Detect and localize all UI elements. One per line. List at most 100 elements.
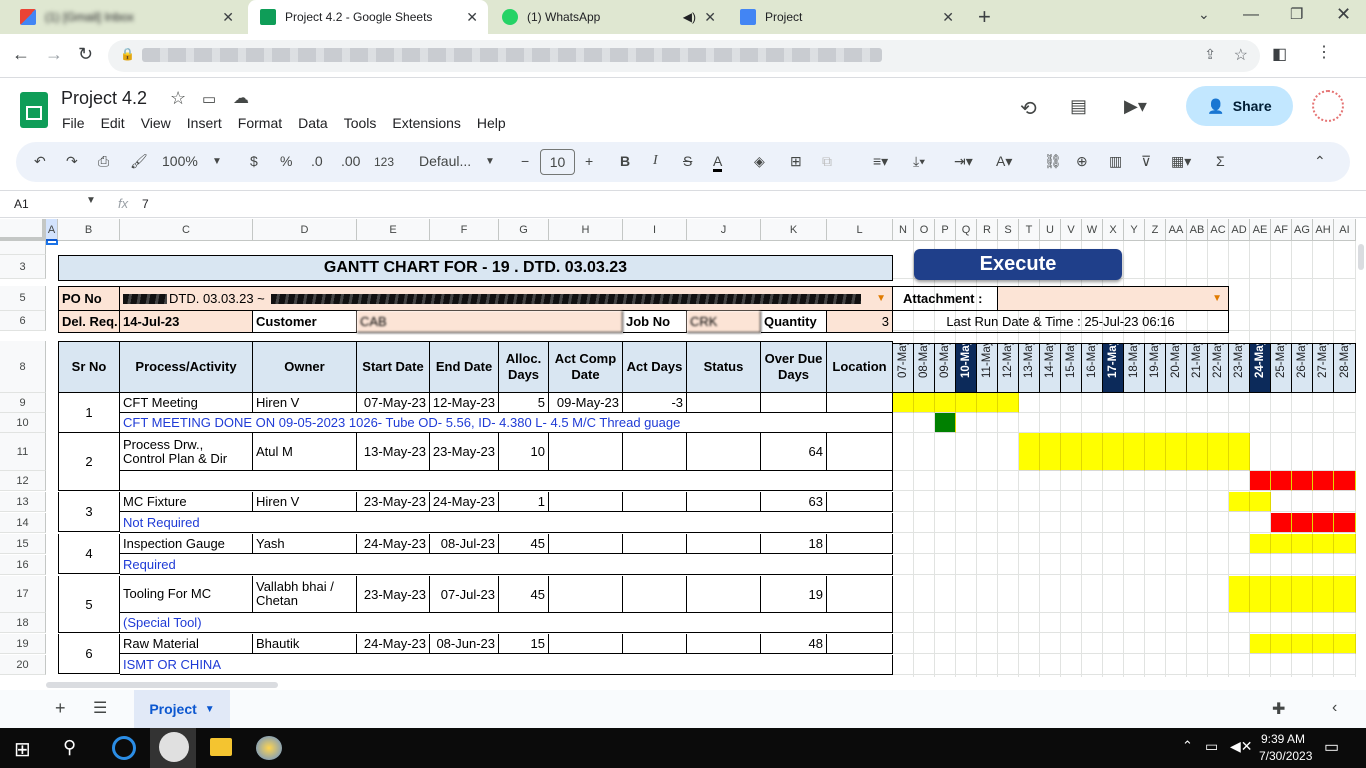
column-header[interactable]: T bbox=[1019, 219, 1040, 241]
share-page-icon[interactable]: ⇪ bbox=[1204, 46, 1216, 63]
column-header[interactable]: V bbox=[1061, 219, 1082, 241]
row-header[interactable]: 20 bbox=[0, 655, 46, 675]
back-icon[interactable]: ← bbox=[12, 44, 30, 65]
borders-icon[interactable]: ⊞ bbox=[790, 153, 802, 170]
column-header[interactable]: AC bbox=[1208, 219, 1229, 241]
strikethrough-icon[interactable]: S bbox=[683, 153, 692, 169]
menu-data[interactable]: Data bbox=[298, 115, 328, 131]
row-header[interactable]: 5 bbox=[0, 286, 46, 311]
row-header[interactable]: 12 bbox=[0, 471, 46, 491]
execute-button[interactable]: Execute bbox=[914, 249, 1122, 280]
align-horizontal-icon[interactable]: ≡▾ bbox=[873, 153, 888, 170]
menu-extensions[interactable]: Extensions bbox=[392, 115, 460, 131]
column-header[interactable]: AH bbox=[1313, 219, 1334, 241]
column-header[interactable]: E bbox=[357, 219, 430, 241]
explore-icon[interactable]: ✚ bbox=[1272, 699, 1285, 719]
horizontal-scrollbar[interactable] bbox=[46, 680, 1356, 690]
insert-chart-icon[interactable]: ▥ bbox=[1109, 153, 1122, 170]
all-sheets-icon[interactable]: ☰ bbox=[93, 698, 107, 718]
row-header[interactable]: 11 bbox=[0, 433, 46, 471]
meet-icon[interactable]: ▶▾ bbox=[1124, 96, 1147, 117]
column-header[interactable]: C bbox=[120, 219, 253, 241]
column-header[interactable]: I bbox=[623, 219, 687, 241]
row-header[interactable]: 6 bbox=[0, 311, 46, 331]
insert-comment-icon[interactable]: ⊕ bbox=[1076, 153, 1088, 170]
sidepanel-icon[interactable]: ◧ bbox=[1272, 44, 1287, 64]
move-folder-icon[interactable]: ▭ bbox=[202, 90, 216, 108]
add-sheet-icon[interactable]: + bbox=[55, 698, 66, 719]
column-header[interactable]: Y bbox=[1124, 219, 1145, 241]
column-header[interactable]: D bbox=[253, 219, 357, 241]
column-header[interactable]: W bbox=[1082, 219, 1103, 241]
merge-cells-icon[interactable]: ⧉ bbox=[822, 153, 832, 170]
row-header[interactable]: 16 bbox=[0, 555, 46, 575]
ie-icon[interactable] bbox=[112, 736, 136, 760]
sheet-tab-project[interactable]: Project ▼ bbox=[134, 690, 230, 728]
font-select[interactable]: Defaul... bbox=[419, 153, 471, 169]
close-icon[interactable]: ✕ bbox=[466, 9, 478, 26]
new-tab-icon[interactable]: + bbox=[978, 4, 991, 30]
filter-views-icon[interactable]: ▦▾ bbox=[1171, 153, 1191, 170]
row-header[interactable]: 3 bbox=[0, 255, 46, 279]
column-header[interactable]: AI bbox=[1334, 219, 1356, 241]
speaker-icon[interactable]: ◀) bbox=[683, 10, 696, 24]
zoom-select[interactable]: 100% bbox=[162, 153, 198, 169]
windows-start-icon[interactable]: ⊞ bbox=[14, 737, 31, 762]
number-format-button[interactable]: 123 bbox=[374, 155, 394, 169]
column-header[interactable]: G bbox=[499, 219, 549, 241]
chevron-up-icon[interactable]: ⌃ bbox=[1314, 153, 1326, 170]
row-header[interactable]: 14 bbox=[0, 513, 46, 533]
menu-format[interactable]: Format bbox=[238, 115, 282, 131]
star-icon[interactable]: ☆ bbox=[170, 88, 186, 109]
redo-icon[interactable]: ↷ bbox=[66, 153, 78, 170]
text-rotate-icon[interactable]: A▾ bbox=[996, 153, 1012, 170]
dropdown-arrow-icon[interactable]: ▼ bbox=[876, 293, 886, 304]
column-header[interactable]: H bbox=[549, 219, 623, 241]
column-header[interactable]: AB bbox=[1187, 219, 1208, 241]
decrease-decimal-button[interactable]: .0 bbox=[311, 153, 323, 169]
chrome-taskbar-item[interactable] bbox=[150, 728, 196, 768]
column-header[interactable]: P bbox=[935, 219, 956, 241]
font-size-decrease-icon[interactable]: − bbox=[521, 153, 529, 169]
avatar[interactable] bbox=[1312, 90, 1344, 122]
doc-title[interactable]: Project 4.2 bbox=[61, 88, 147, 109]
tab-gmail[interactable]: (1) [Gmail] Inbox ✕ bbox=[8, 0, 244, 34]
column-header[interactable]: Z bbox=[1145, 219, 1166, 241]
menu-help[interactable]: Help bbox=[477, 115, 506, 131]
select-all-corner[interactable] bbox=[0, 219, 46, 241]
chevron-down-icon[interactable]: ⌄ bbox=[1198, 6, 1210, 23]
notifications-icon[interactable]: ▭ bbox=[1324, 737, 1339, 757]
row-header[interactable]: 13 bbox=[0, 492, 46, 512]
column-header[interactable]: K bbox=[761, 219, 827, 241]
comments-icon[interactable]: ▤ bbox=[1070, 96, 1087, 117]
paint-icon[interactable] bbox=[256, 736, 282, 760]
row-header[interactable]: 18 bbox=[0, 613, 46, 633]
column-header[interactable]: AF bbox=[1271, 219, 1292, 241]
bookmark-star-icon[interactable]: ☆ bbox=[1234, 45, 1248, 65]
italic-icon[interactable]: I bbox=[653, 153, 658, 169]
row-header[interactable]: 19 bbox=[0, 634, 46, 654]
filter-icon[interactable]: ⊽ bbox=[1141, 153, 1151, 170]
reload-icon[interactable]: ↻ bbox=[78, 44, 93, 65]
volume-muted-icon[interactable]: ◀✕ bbox=[1230, 738, 1253, 755]
menu-insert[interactable]: Insert bbox=[187, 115, 222, 131]
fill-color-icon[interactable]: ◈ bbox=[754, 153, 765, 170]
undo-icon[interactable]: ↶ bbox=[34, 153, 46, 170]
column-header[interactable]: F bbox=[430, 219, 499, 241]
column-header[interactable]: AG bbox=[1292, 219, 1313, 241]
column-header[interactable]: X bbox=[1103, 219, 1124, 241]
paint-format-icon[interactable]: 🖌 bbox=[130, 153, 148, 170]
history-icon[interactable]: ⟲ bbox=[1020, 96, 1037, 121]
column-header[interactable]: B bbox=[58, 219, 120, 241]
align-vertical-icon[interactable]: ⤓▾ bbox=[913, 153, 925, 170]
menu-tools[interactable]: Tools bbox=[344, 115, 377, 131]
row-header[interactable] bbox=[0, 241, 46, 255]
close-icon[interactable]: ✕ bbox=[704, 9, 716, 26]
network-icon[interactable]: ▭ bbox=[1205, 738, 1218, 755]
font-size-increase-icon[interactable]: + bbox=[585, 153, 593, 169]
formula-input[interactable]: 7 bbox=[142, 197, 149, 211]
window-close-icon[interactable]: ✕ bbox=[1336, 4, 1351, 25]
vertical-scrollbar[interactable] bbox=[1356, 240, 1366, 670]
column-header[interactable]: S bbox=[998, 219, 1019, 241]
menu-view[interactable]: View bbox=[141, 115, 171, 131]
